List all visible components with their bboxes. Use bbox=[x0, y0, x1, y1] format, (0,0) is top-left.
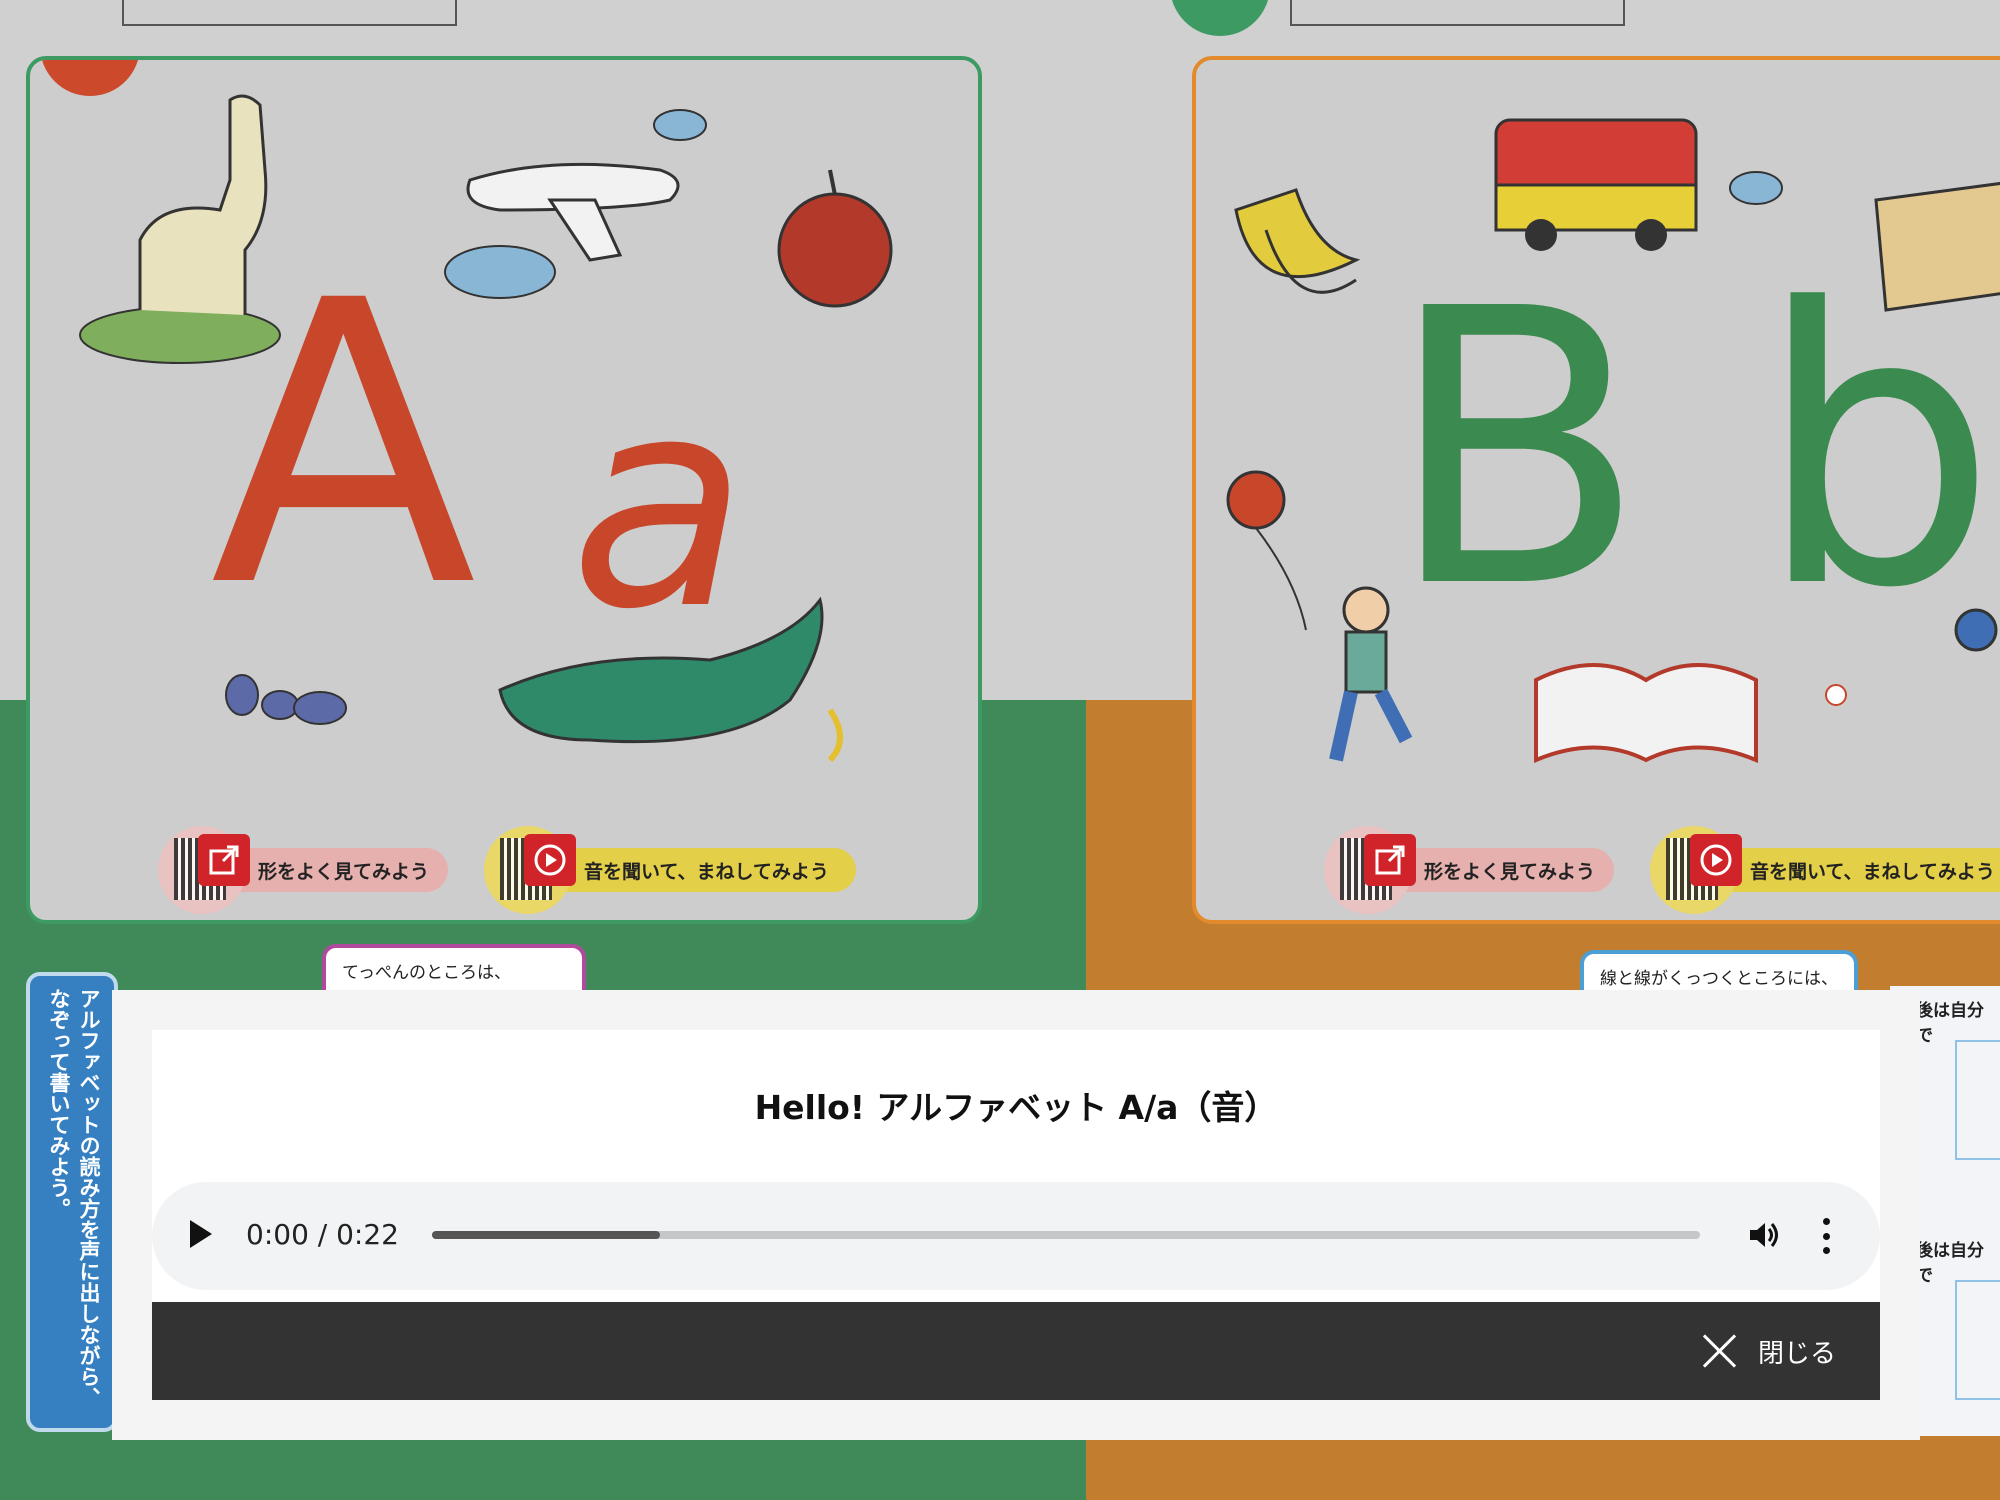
close-label: 閉じる bbox=[1757, 1338, 1836, 1369]
qr-badge bbox=[1650, 826, 1742, 914]
card-a-name-box bbox=[122, 0, 457, 26]
listen-sound-label: 音を聞いて、まねしてみよう bbox=[1750, 860, 1995, 883]
look-shape-link[interactable]: 形をよく見てみよう bbox=[1324, 826, 1614, 914]
listen-sound-link[interactable]: 音を聞いて、まねしてみよう bbox=[484, 826, 856, 914]
buffered-progress bbox=[432, 1231, 661, 1239]
more-vert-icon[interactable] bbox=[1816, 1212, 1836, 1260]
card-a-illustrations bbox=[79, 94, 893, 763]
listen-sound-link[interactable]: 音を聞いて、まねしてみよう bbox=[1650, 826, 2000, 914]
play-circle-icon bbox=[1690, 834, 1742, 886]
letter-card-a: A a 形をよく見てみよう 音を聞いて、まねしてみよう bbox=[26, 56, 982, 924]
lowercase-letter: b bbox=[1756, 228, 1998, 671]
seek-bar[interactable] bbox=[432, 1231, 1700, 1239]
audio-player[interactable]: 0:00 / 0:22 bbox=[152, 1182, 1880, 1290]
lowercase-letter: a bbox=[570, 336, 748, 673]
external-link-icon bbox=[1364, 834, 1416, 886]
uppercase-letter: B bbox=[1386, 228, 1647, 671]
look-shape-label: 形をよく見てみよう bbox=[1424, 860, 1596, 883]
card-b-name-box bbox=[1290, 0, 1625, 26]
close-icon bbox=[1700, 1332, 1738, 1370]
look-shape-link[interactable]: 形をよく見てみよう bbox=[158, 826, 448, 914]
play-icon[interactable] bbox=[190, 1220, 212, 1248]
volume-icon[interactable] bbox=[1744, 1215, 1784, 1255]
qr-badge bbox=[1324, 826, 1416, 914]
audio-modal-content: Hello! アルファベット A/a（音） 0:00 / 0:22 閉じる bbox=[152, 1030, 1880, 1400]
qr-badge bbox=[484, 826, 576, 914]
audio-modal: Hello! アルファベット A/a（音） 0:00 / 0:22 閉じる bbox=[112, 990, 1920, 1440]
uppercase-letter: A bbox=[210, 218, 477, 672]
external-link-icon bbox=[198, 834, 250, 886]
modal-footer: 閉じる bbox=[152, 1302, 1880, 1400]
letter-card-b: B b 形をよく見てみよう 音を聞いて、まねしてみよう bbox=[1192, 56, 2000, 924]
play-circle-icon bbox=[524, 834, 576, 886]
practice-grid-2 bbox=[1955, 1280, 2000, 1400]
listen-sound-label: 音を聞いて、まねしてみよう bbox=[584, 860, 829, 883]
look-shape-label: 形をよく見てみよう bbox=[258, 860, 430, 883]
practice-label-2: 後は自分で bbox=[1916, 1241, 1984, 1286]
time-display: 0:00 / 0:22 bbox=[246, 1218, 399, 1251]
qr-badge bbox=[158, 826, 250, 914]
practice-label-1: 後は自分で bbox=[1916, 1001, 1984, 1046]
modal-title: Hello! アルファベット A/a（音） bbox=[754, 1088, 1278, 1127]
instruction-text: アルファベットの読み方を声に出しながら、なぞって書いてみよう。 bbox=[47, 988, 101, 1408]
close-button[interactable]: 閉じる bbox=[1700, 1326, 1836, 1376]
practice-grid-1 bbox=[1955, 1040, 2000, 1160]
